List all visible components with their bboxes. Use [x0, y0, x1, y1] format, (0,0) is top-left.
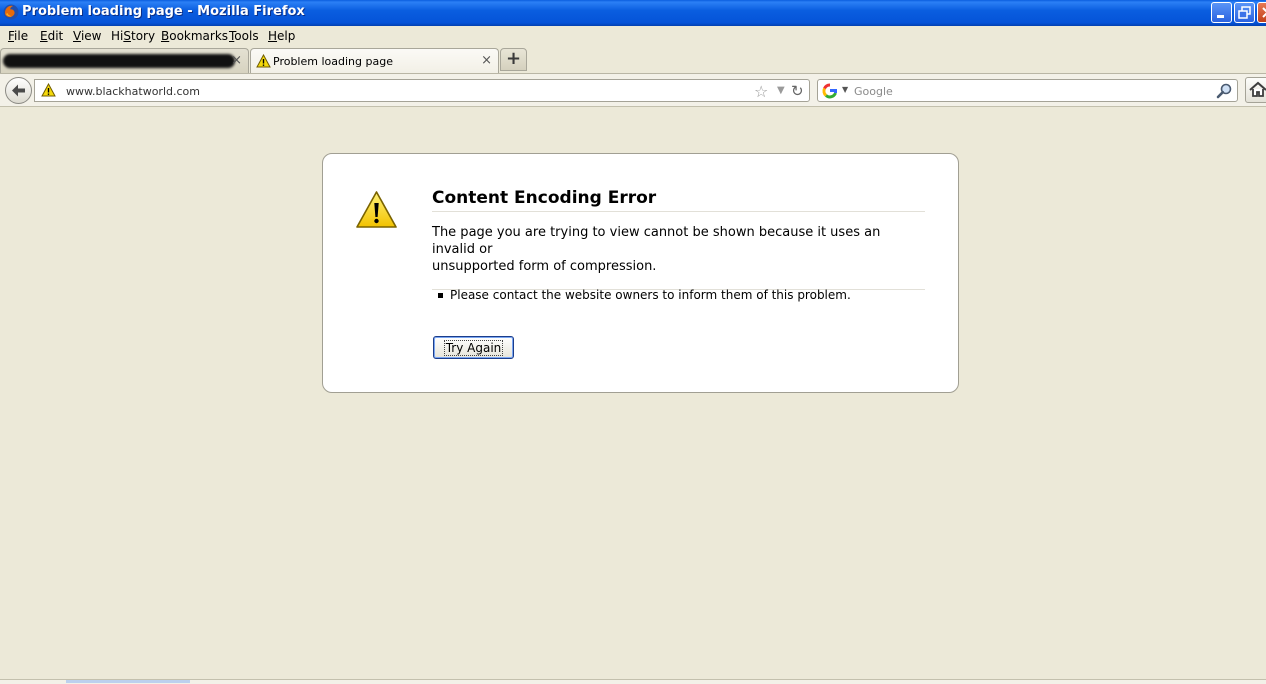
menu-help[interactable]: Help: [268, 29, 295, 43]
menu-bookmarks[interactable]: Bookmarks: [161, 29, 228, 43]
close-icon: [1262, 7, 1266, 18]
menu-bookmarks-rest: ookmarks: [169, 29, 229, 43]
menu-view-key: V: [73, 29, 81, 43]
menu-bookmarks-key: B: [161, 29, 170, 43]
url-text: www.blackhatworld.com: [66, 85, 200, 98]
error-description: The page you are trying to view cannot b…: [432, 224, 925, 290]
minimize-button[interactable]: [1211, 2, 1232, 23]
minimize-icon: [1217, 15, 1224, 18]
window-title: Problem loading page - Mozilla Firefox: [22, 4, 305, 19]
menu-edit[interactable]: Edit: [40, 29, 63, 43]
reload-icon[interactable]: ↻: [791, 82, 804, 100]
home-icon: [1249, 81, 1266, 97]
tab-problem-loading[interactable]: Problem loading page ×: [250, 48, 499, 73]
tab-close-icon[interactable]: ×: [481, 53, 492, 68]
search-input[interactable]: Google: [854, 85, 893, 98]
new-tab-button[interactable]: +: [500, 48, 527, 71]
tab-label: Problem loading page: [273, 55, 393, 68]
warning-icon: [41, 83, 56, 97]
navigation-bar: www.blackhatworld.com ☆ ▼ ↻ ▼ Google: [0, 73, 1266, 107]
menu-file[interactable]: File: [8, 29, 28, 43]
title-bar: Problem loading page - Mozilla Firefox: [0, 0, 1266, 26]
menu-edit-rest: dit: [47, 29, 64, 43]
menu-view-rest: iew: [80, 29, 102, 43]
menu-history-key: S: [123, 29, 131, 43]
menu-bar: File Edit View HiStory Bookmarks Tools H…: [0, 26, 1266, 46]
home-button[interactable]: [1245, 77, 1266, 103]
warning-icon: [256, 54, 271, 68]
chevron-down-icon[interactable]: ▼: [777, 85, 785, 96]
chevron-down-icon[interactable]: ▼: [842, 85, 848, 94]
status-bar: [0, 679, 1266, 684]
error-title: Content Encoding Error: [432, 188, 925, 212]
star-icon[interactable]: ☆: [754, 82, 768, 101]
menu-history[interactable]: HiStory: [111, 29, 155, 43]
back-arrow-icon: [12, 84, 25, 97]
tab-close-icon[interactable]: ×: [231, 53, 242, 68]
close-window-button[interactable]: [1257, 2, 1266, 23]
restore-button[interactable]: [1234, 2, 1255, 23]
error-suggestion: Please contact the website owners to inf…: [438, 288, 851, 302]
search-bar[interactable]: ▼ Google: [817, 79, 1238, 102]
error-suggestion-text: Please contact the website owners to inf…: [450, 288, 851, 302]
menu-history-rest: tory: [130, 29, 156, 43]
menu-file-rest: ile: [14, 29, 29, 43]
try-again-label: Try Again: [443, 339, 504, 356]
firefox-icon: [3, 4, 19, 20]
bullet-icon: [438, 293, 443, 298]
error-box: Content Encoding Error The page you are …: [322, 153, 959, 393]
try-again-button[interactable]: Try Again: [433, 336, 514, 359]
menu-tools-rest: ools: [234, 29, 259, 43]
tab-redacted[interactable]: ×: [0, 48, 249, 73]
redacted-tab-title: [3, 54, 235, 68]
restore-icon: [1238, 6, 1251, 19]
menu-view[interactable]: View: [73, 29, 101, 43]
menu-history-pre: Hi: [111, 29, 124, 43]
url-bar[interactable]: www.blackhatworld.com ☆ ▼ ↻: [34, 79, 810, 102]
error-description-line-1: The page you are trying to view cannot b…: [432, 225, 881, 257]
back-button[interactable]: [5, 77, 32, 104]
tab-strip: × Problem loading page × +: [0, 46, 1266, 73]
menu-edit-key: E: [40, 29, 48, 43]
warning-icon: [356, 191, 397, 228]
menu-help-key: H: [268, 29, 278, 43]
error-description-line-2: unsupported form of compression.: [432, 259, 657, 274]
magnifier-icon[interactable]: [1216, 82, 1233, 99]
google-icon[interactable]: [822, 83, 838, 99]
menu-tools[interactable]: Tools: [229, 29, 259, 43]
menu-help-rest: elp: [277, 29, 296, 43]
